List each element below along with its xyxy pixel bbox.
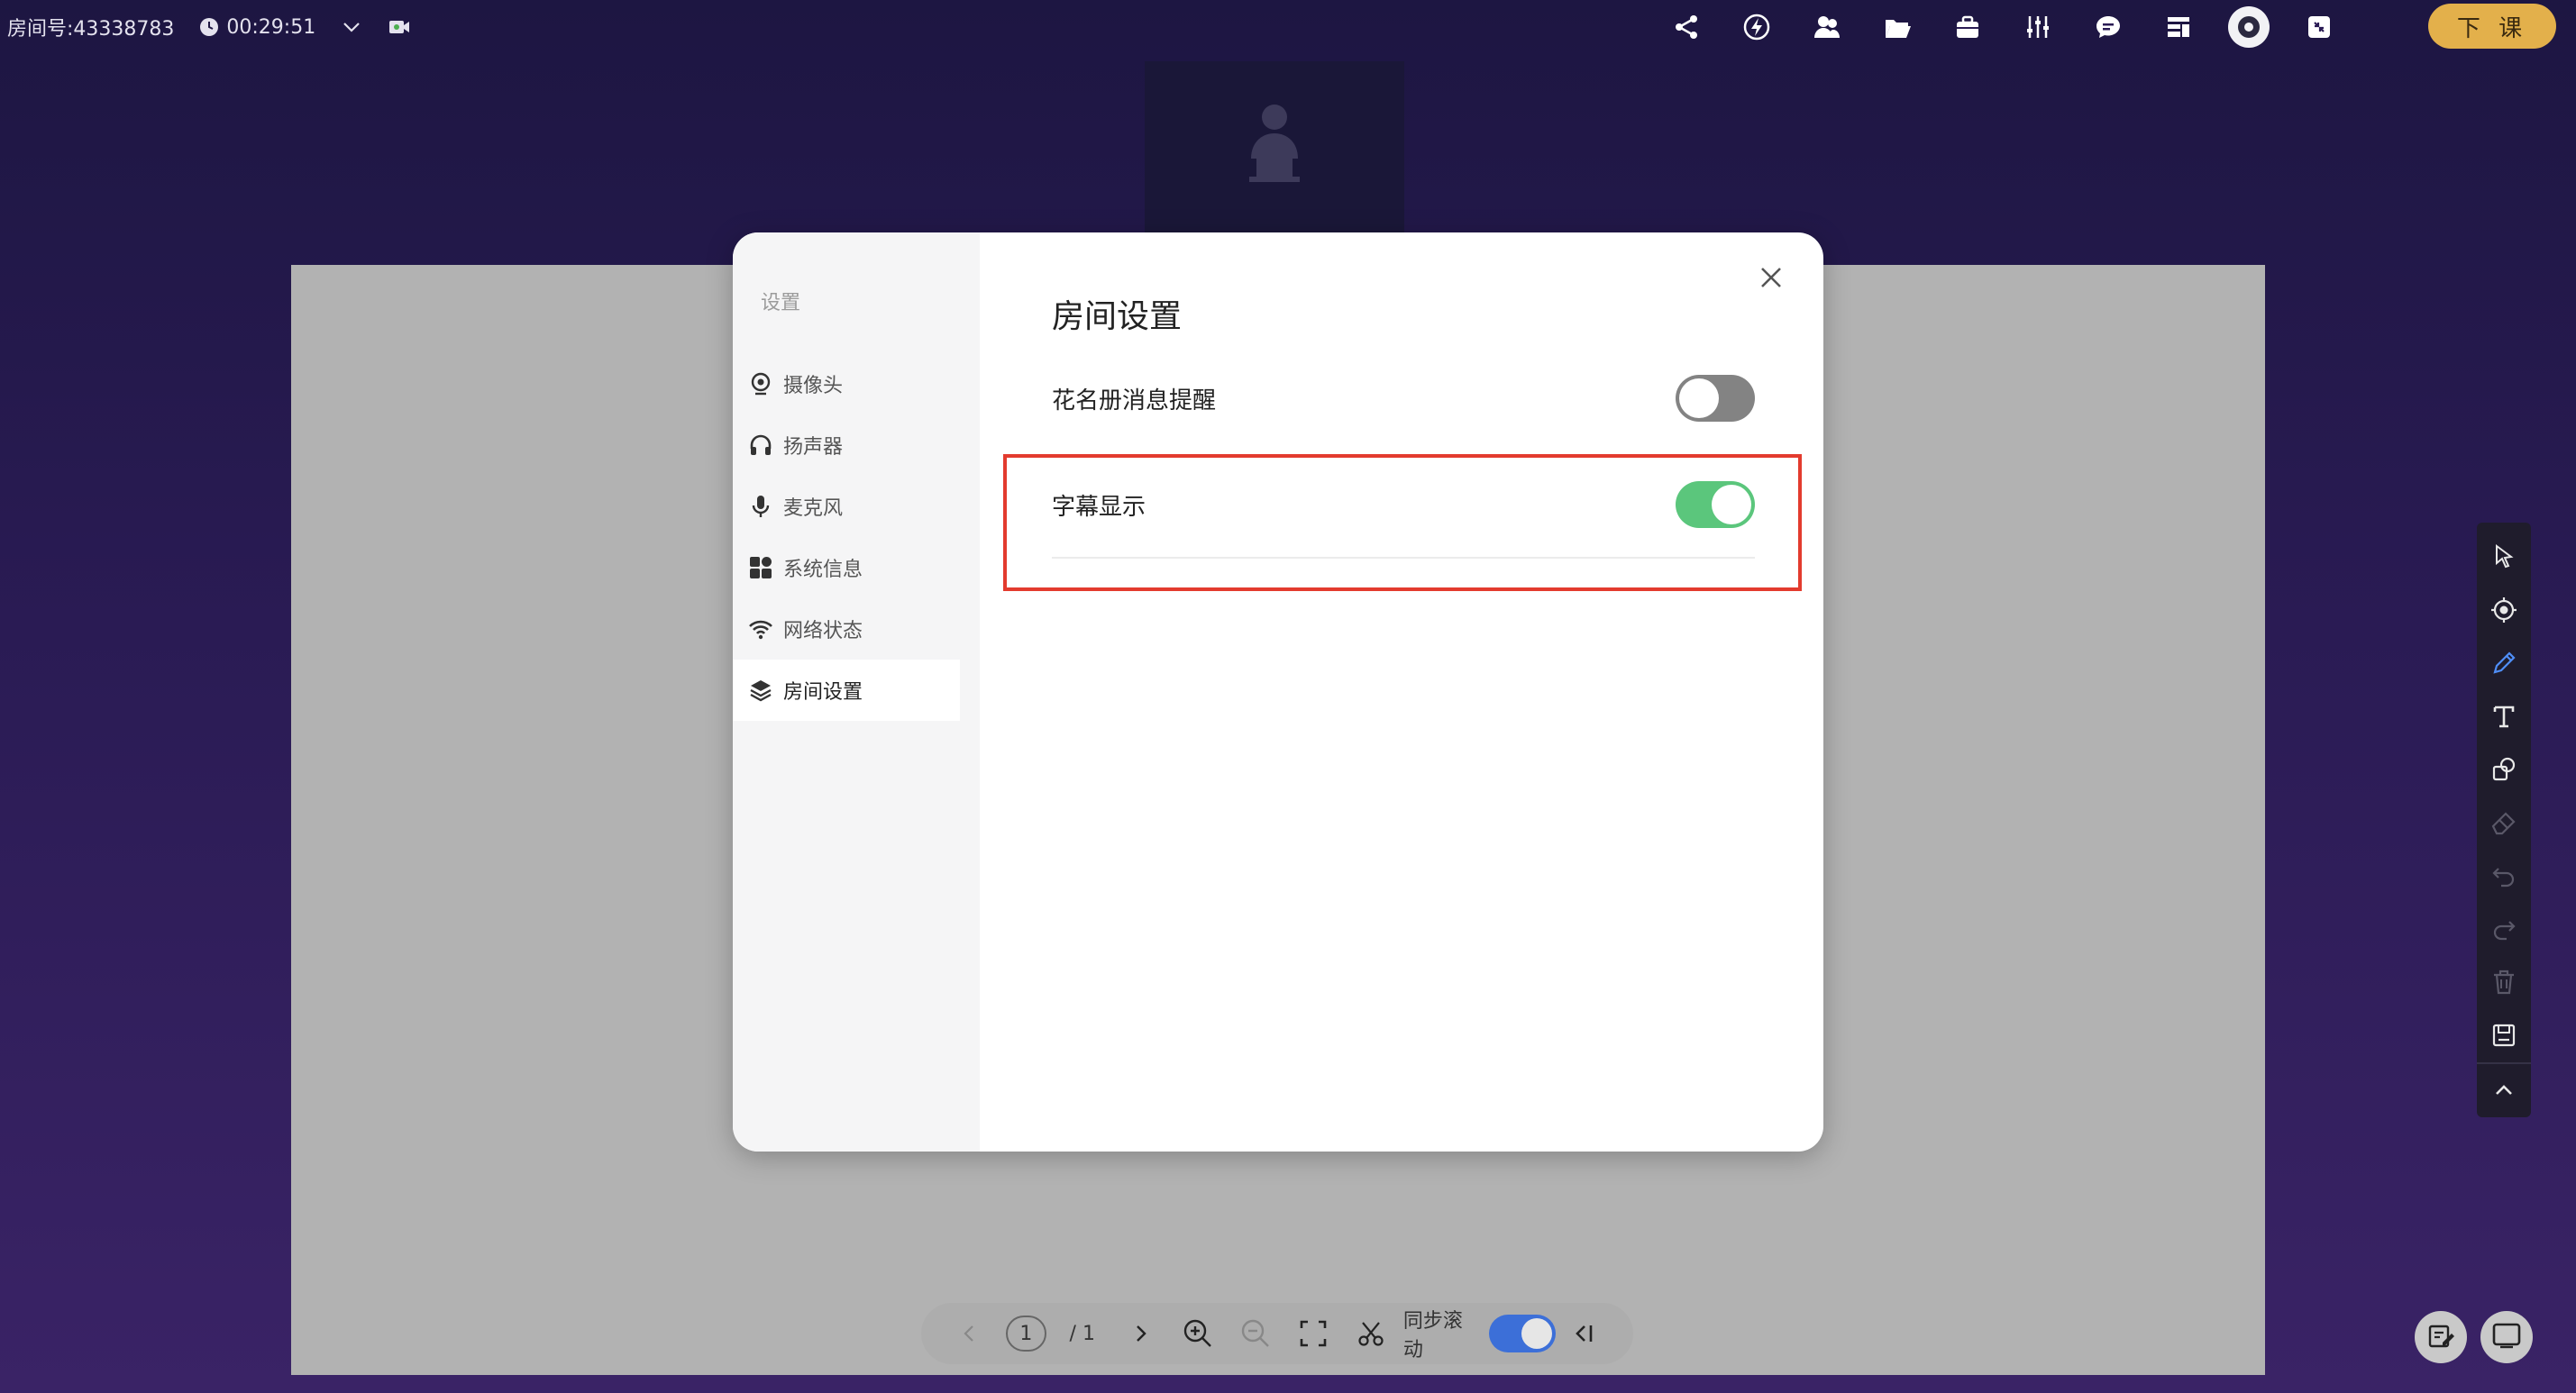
- next-page-icon[interactable]: [1111, 1303, 1169, 1364]
- roster-alert-switch[interactable]: [1676, 375, 1755, 422]
- share-icon[interactable]: [1651, 5, 1722, 49]
- current-page-input[interactable]: 1: [1006, 1316, 1046, 1352]
- setting-label: 花名册消息提醒: [1052, 387, 1217, 414]
- redo-icon[interactable]: [2477, 903, 2531, 956]
- highlight-annotation: [1003, 454, 1802, 591]
- trash-icon[interactable]: [2477, 956, 2531, 1009]
- room-number: 房间号:43338783: [7, 18, 175, 41]
- page-controls: 1 / 1 同步滚动: [921, 1303, 1633, 1364]
- setting-roster-alert: 花名册消息提醒: [1052, 368, 1755, 429]
- folder-icon[interactable]: [1862, 5, 1932, 49]
- save-icon[interactable]: [2477, 1009, 2531, 1062]
- total-pages: / 1: [1069, 1322, 1095, 1345]
- drawing-tool-rail: [2477, 523, 2531, 1117]
- collapse-icon[interactable]: [2477, 1064, 2531, 1117]
- clock-icon: [199, 17, 219, 37]
- settings-icon[interactable]: [2214, 5, 2284, 49]
- end-class-button[interactable]: 下 课: [2428, 4, 2556, 49]
- text-icon[interactable]: [2477, 689, 2531, 742]
- screen-icon: [2491, 1321, 2522, 1353]
- equalizer-icon[interactable]: [2003, 5, 2073, 49]
- eraser-icon[interactable]: [2477, 796, 2531, 849]
- settings-main-panel: 房间设置 花名册消息提醒 字幕显示: [733, 232, 1823, 1152]
- header-toolbar: [1651, 5, 2354, 49]
- prev-page-icon[interactable]: [941, 1303, 999, 1364]
- laser-icon[interactable]: [2477, 583, 2531, 636]
- collapse-controls-icon[interactable]: [1556, 1303, 1613, 1364]
- notes-button[interactable]: [2415, 1311, 2467, 1363]
- undo-icon[interactable]: [2477, 850, 2531, 903]
- record-icon[interactable]: [388, 17, 411, 37]
- chevron-down-icon[interactable]: [341, 16, 362, 38]
- top-bar: 房间号:43338783 00:29:51 下 课: [0, 0, 2576, 54]
- sync-scroll-label: 同步滚动: [1402, 1310, 1463, 1361]
- close-icon[interactable]: [1753, 259, 1789, 296]
- class-timer: 00:29:51: [199, 16, 315, 39]
- lightning-icon[interactable]: [1722, 5, 1792, 49]
- zoom-in-icon[interactable]: [1169, 1303, 1227, 1364]
- notes-icon: [2426, 1321, 2455, 1353]
- pointer-icon[interactable]: [2477, 530, 2531, 583]
- shapes-icon[interactable]: [2477, 742, 2531, 796]
- dialog-title: 房间设置: [1052, 298, 1183, 335]
- screen-button[interactable]: [2480, 1311, 2533, 1363]
- room-info: 房间号:43338783 00:29:51: [7, 13, 411, 41]
- exit-fullscreen-icon[interactable]: [2284, 5, 2354, 49]
- zoom-out-icon[interactable]: [1227, 1303, 1284, 1364]
- sync-scroll-toggle[interactable]: [1489, 1315, 1556, 1352]
- layout-icon[interactable]: [2143, 5, 2214, 49]
- timer-text: 00:29:51: [226, 15, 316, 39]
- fullscreen-icon[interactable]: [1284, 1303, 1342, 1364]
- chat-icon[interactable]: [2073, 5, 2143, 49]
- teacher-video-tile[interactable]: [1145, 61, 1404, 232]
- users-icon[interactable]: [1792, 5, 1862, 49]
- scissors-icon[interactable]: [1342, 1303, 1400, 1364]
- toolbox-icon[interactable]: [1932, 5, 2003, 49]
- teacher-placeholder-icon: [1238, 96, 1311, 198]
- pen-icon[interactable]: [2477, 636, 2531, 689]
